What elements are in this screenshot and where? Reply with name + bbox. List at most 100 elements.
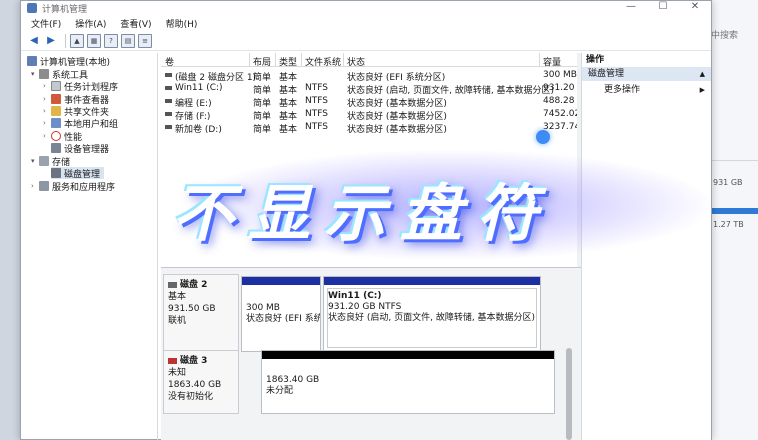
unallocated-status: 未分配 — [266, 386, 294, 396]
disk-2-name: 磁盘 2 — [180, 280, 208, 290]
minimize-button[interactable]: — — [615, 1, 647, 15]
column-divider[interactable] — [249, 53, 250, 67]
column-header-capacity[interactable]: 容量 — [543, 55, 561, 68]
disk-uninitialized-icon — [168, 358, 177, 364]
disk-management-icon — [51, 168, 61, 178]
background-usage-bar — [711, 208, 758, 214]
tree-item-local-users[interactable]: › 本地用户和组 — [43, 117, 118, 130]
tree-item-services-apps[interactable]: › 服务和应用程序 — [31, 180, 115, 193]
partition-header-bar — [324, 277, 540, 285]
help-icon[interactable]: ? — [104, 33, 118, 48]
tree-item-device-manager[interactable]: 设备管理器 — [51, 142, 109, 155]
cursor-highlight-dot — [536, 130, 550, 144]
volume-list-header: 卷 布局 类型 文件系统 状态 容量 — [161, 53, 577, 68]
disk-2-type: 基本 — [168, 292, 187, 302]
disk-3-size: 1863.40 GB — [168, 380, 222, 390]
volume-row[interactable]: 编程 (E:) 简单 基本 NTFS 状态良好 (基本数据分区) 488.28 … — [161, 95, 584, 109]
disk-2-label[interactable]: 磁盘 2 基本 931.50 GB 联机 — [163, 274, 239, 352]
users-icon — [51, 118, 61, 128]
actions-section-label: 磁盘管理 — [588, 69, 625, 79]
menu-help[interactable]: 帮助(H) — [166, 17, 198, 30]
show-hide-tree-icon[interactable]: ▦ — [87, 33, 101, 48]
back-arrow-icon[interactable]: ◀ — [27, 34, 41, 48]
partition-efi-size: 300 MB — [246, 303, 280, 313]
shared-folder-icon — [51, 106, 61, 116]
chevron-right-icon[interactable]: › — [43, 95, 51, 103]
tree-item-shared-folders[interactable]: › 共享文件夹 — [43, 105, 109, 118]
disk-2-size: 931.50 GB — [168, 304, 216, 314]
partition-unallocated[interactable]: 1863.40 GB 未分配 — [261, 350, 555, 414]
chevron-down-icon[interactable]: ▾ — [31, 157, 39, 165]
menu-view[interactable]: 查看(V) — [120, 17, 151, 30]
device-manager-icon — [51, 143, 61, 153]
tree-item-disk-management[interactable]: 磁盘管理 — [51, 167, 105, 180]
column-divider[interactable] — [301, 53, 302, 67]
column-divider[interactable] — [275, 53, 276, 67]
volume-row[interactable]: Win11 (C:) 简单 基本 NTFS 状态良好 (启动, 页面文件, 故障… — [161, 82, 591, 96]
chevron-right-icon[interactable]: › — [43, 119, 51, 127]
window-title: 计算机管理 — [42, 4, 88, 15]
column-header-filesystem[interactable]: 文件系统 — [305, 55, 341, 68]
computer-management-icon — [27, 3, 37, 13]
close-button[interactable]: ✕ — [679, 1, 711, 15]
volume-icon — [165, 73, 172, 77]
up-folder-icon[interactable]: ▲ — [70, 33, 84, 48]
actions-header: 操作 — [586, 55, 605, 65]
tools-icon — [39, 69, 49, 79]
actions-section-disk-management[interactable]: 磁盘管理 ▲ — [582, 67, 711, 81]
column-divider[interactable] — [539, 53, 540, 67]
clock-icon — [51, 81, 61, 91]
volume-row[interactable]: 存储 (F:) 简单 基本 NTFS 状态良好 (基本数据分区) 7452.02 — [161, 108, 580, 122]
partition-c-size: 931.20 GB NTFS — [328, 302, 402, 312]
chevron-down-icon[interactable]: ▾ — [31, 70, 39, 78]
disk-3-label[interactable]: 磁盘 3 未知 1863.40 GB 没有初始化 — [163, 350, 239, 414]
forward-arrow-icon[interactable]: ▶ — [44, 34, 58, 48]
menu-bar: 文件(F) 操作(A) 查看(V) 帮助(H) — [21, 15, 711, 31]
volume-row[interactable]: (磁盘 2 磁盘分区 1) 简单 基本 状态良好 (EFI 系统分区) 300 … — [161, 69, 577, 83]
more-actions-item[interactable]: 更多操作 ▶ — [582, 83, 711, 97]
tree-item-task-scheduler[interactable]: › 任务计划程序 — [43, 80, 118, 93]
submenu-arrow-icon: ▶ — [699, 86, 705, 94]
properties-icon[interactable]: ▤ — [121, 33, 135, 48]
volume-row[interactable]: 新加卷 (D:) 简单 基本 NTFS 状态良好 (基本数据分区) 3237.7… — [161, 121, 580, 135]
export-list-icon[interactable]: ≡ — [138, 33, 152, 48]
chevron-right-icon[interactable]: › — [43, 132, 51, 140]
background-search-label[interactable]: 中搜索 — [711, 28, 738, 41]
partition-efi-status: 状态良好 (EFI 系统分 — [246, 314, 320, 324]
column-divider[interactable] — [343, 53, 344, 67]
toolbar: ◀ ▶ ▲ ▦ ? ▤ ≡ — [21, 31, 711, 51]
chevron-right-icon[interactable]: › — [31, 182, 39, 190]
maximize-button[interactable]: ☐ — [647, 1, 679, 15]
volume-icon — [165, 125, 172, 129]
menu-action[interactable]: 操作(A) — [75, 17, 106, 30]
disk-icon — [168, 282, 177, 288]
background-size-label: 931 GB — [713, 178, 743, 187]
column-header-status[interactable]: 状态 — [347, 55, 365, 68]
storage-icon — [39, 156, 49, 166]
menu-file[interactable]: 文件(F) — [31, 17, 61, 30]
volume-icon — [165, 99, 172, 103]
chevron-right-icon[interactable]: › — [43, 82, 51, 90]
tree-item-event-viewer[interactable]: › 事件查看器 — [43, 93, 109, 106]
disk-view-scrollbar[interactable] — [566, 348, 572, 440]
chevron-right-icon[interactable]: › — [43, 107, 51, 115]
performance-icon — [51, 131, 61, 141]
column-header-volume[interactable]: 卷 — [165, 55, 174, 68]
tree-item-system-tools[interactable]: ▾ 系统工具 — [31, 68, 88, 81]
collapse-caret-icon[interactable]: ▲ — [700, 67, 705, 81]
column-header-type[interactable]: 类型 — [279, 55, 297, 68]
disk-3-status: 没有初始化 — [168, 392, 214, 402]
tree-item-storage[interactable]: ▾ 存储 — [31, 155, 70, 168]
unallocated-header-bar — [262, 351, 554, 359]
tree-item-performance[interactable]: › 性能 — [43, 130, 82, 143]
partition-c[interactable]: Win11 (C:) 931.20 GB NTFS 状态良好 (启动, 页面文件… — [323, 276, 541, 352]
screen: 中搜索 931 GB 1.27 TB 计算机管理 — ☐ ✕ 文件(F) 操作(… — [0, 0, 758, 440]
partition-efi[interactable]: 300 MB 状态良好 (EFI 系统分 — [241, 276, 321, 352]
column-header-layout[interactable]: 布局 — [253, 55, 271, 68]
navigation-tree: 计算机管理(本地) ▾ 系统工具 › 任务计划程序 › 事件查看器 › 共享文件… — [23, 53, 158, 440]
tree-item-root[interactable]: 计算机管理(本地) — [27, 55, 110, 68]
toolbar-divider — [65, 33, 66, 48]
background-size-label-2: 1.27 TB — [713, 220, 744, 229]
disk-3-type: 未知 — [168, 368, 187, 378]
volume-icon — [165, 86, 172, 90]
